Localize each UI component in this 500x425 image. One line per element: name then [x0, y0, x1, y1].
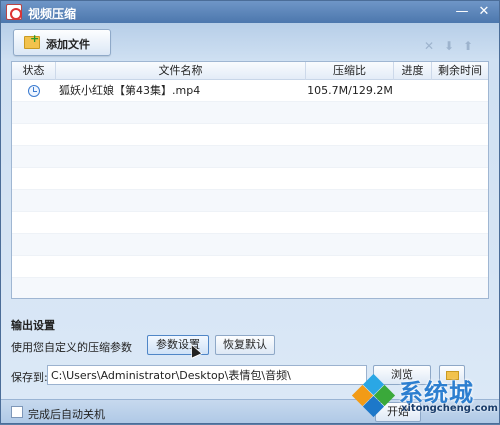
header-file-name[interactable]: 文件名称: [56, 62, 306, 80]
file-list[interactable]: 状态 文件名称 压缩比 进度 剩余时间 狐妖小红娘【第43集】.mp4 105.…: [11, 61, 489, 299]
close-button[interactable]: ✕: [475, 4, 493, 20]
folder-add-icon: [24, 32, 40, 49]
save-to-label: 保存到:: [11, 371, 48, 384]
status-cell: [12, 80, 56, 102]
empty-row: [12, 190, 488, 212]
list-rows: 狐妖小红娘【第43集】.mp4 105.7M/129.2M: [12, 80, 488, 298]
toolbar: 添加文件 ✕ ⬇ ⬆: [1, 23, 499, 61]
empty-row: [12, 278, 488, 298]
auto-shutdown-label[interactable]: 完成后自动关机: [28, 406, 105, 422]
remaining-cell: [432, 80, 488, 102]
header-remaining[interactable]: 剩余时间: [432, 62, 488, 80]
auto-shutdown-checkbox[interactable]: [11, 406, 23, 418]
empty-row: [12, 102, 488, 124]
list-header: 状态 文件名称 压缩比 进度 剩余时间: [12, 62, 488, 80]
app-icon: [6, 4, 22, 20]
watermark: 系统城 xitongcheng.com: [349, 367, 500, 425]
arrow-down-icon[interactable]: ⬇: [443, 40, 455, 52]
header-status[interactable]: 状态: [12, 62, 56, 80]
title-bar[interactable]: 视频压缩 — ✕: [1, 1, 499, 23]
file-name-cell: 狐妖小红娘【第43集】.mp4: [59, 84, 201, 97]
header-progress[interactable]: 进度: [394, 62, 432, 80]
video-compress-window: 视频压缩 — ✕ 添加文件 ✕ ⬇ ⬆ 状态 文件名称 压缩比 进度 剩余时间 …: [0, 0, 500, 424]
header-ratio[interactable]: 压缩比: [306, 62, 394, 80]
empty-row: [12, 212, 488, 234]
empty-row: [12, 146, 488, 168]
ratio-cell: 105.7M/129.2M: [307, 84, 393, 97]
window-title: 视频压缩: [28, 7, 77, 21]
minimize-button[interactable]: —: [453, 4, 471, 20]
empty-row: [12, 234, 488, 256]
add-file-button[interactable]: 添加文件: [13, 29, 111, 56]
clock-icon: [28, 85, 40, 97]
arrow-up-icon[interactable]: ⬆: [462, 40, 474, 52]
progress-cell: [394, 80, 432, 102]
windows-logo-icon: [351, 373, 396, 418]
save-path-input[interactable]: [47, 365, 367, 385]
empty-row: [12, 124, 488, 146]
remove-icon[interactable]: ✕: [423, 40, 435, 52]
restore-default-button[interactable]: 恢复默认: [215, 335, 275, 355]
empty-row: [12, 168, 488, 190]
add-file-label: 添加文件: [46, 38, 90, 51]
watermark-url: xitongcheng.com: [401, 403, 498, 414]
table-row[interactable]: 狐妖小红娘【第43集】.mp4 105.7M/129.2M: [12, 80, 488, 102]
empty-row: [12, 256, 488, 278]
output-settings-title: 输出设置: [11, 319, 55, 332]
custom-params-text: 使用您自定义的压缩参数: [11, 341, 132, 354]
